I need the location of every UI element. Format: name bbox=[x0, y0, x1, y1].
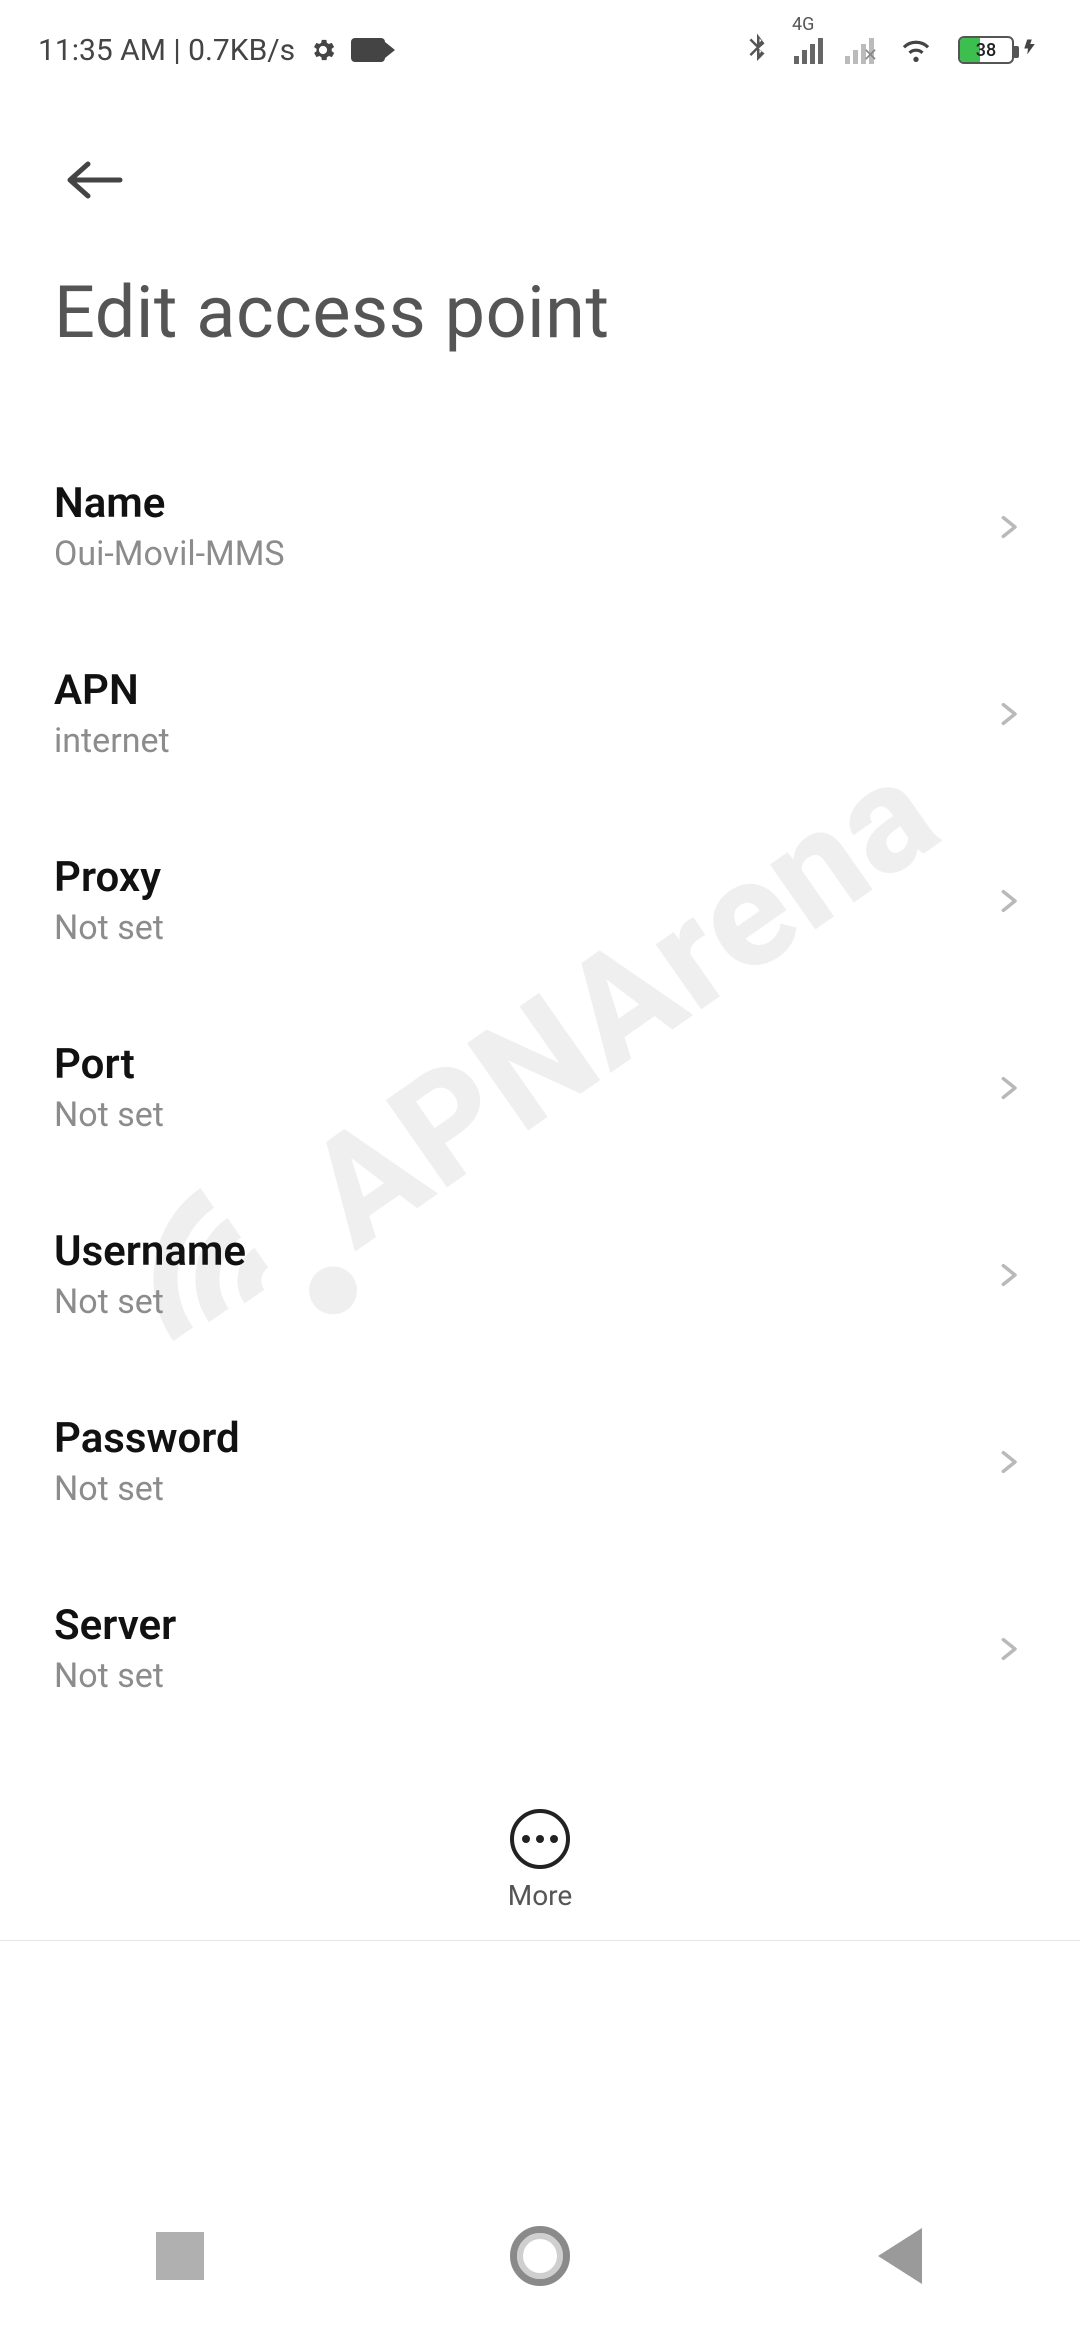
signal-sim1: 4G bbox=[794, 36, 823, 64]
apn-settings-list: Name Oui-Movil-MMS APN internet Proxy Not set… bbox=[0, 435, 1080, 1953]
setting-label: Username bbox=[54, 1227, 246, 1276]
chevron-right-icon bbox=[994, 879, 1022, 923]
setting-row-server[interactable]: Server Not set bbox=[54, 1557, 1026, 1744]
back-button[interactable] bbox=[54, 140, 134, 220]
setting-value: Not set bbox=[54, 908, 164, 948]
setting-text: Proxy Not set bbox=[54, 853, 164, 948]
chevron-right-icon bbox=[994, 1440, 1022, 1484]
setting-label: Server bbox=[54, 1601, 176, 1650]
more-button[interactable] bbox=[510, 1809, 570, 1869]
chevron-right-icon bbox=[994, 505, 1022, 549]
chevron-right-icon bbox=[994, 879, 1022, 923]
status-left: 11:35 AM | 0.7KB/s bbox=[38, 33, 385, 68]
chevron-right-icon bbox=[994, 692, 1022, 736]
chevron-right-icon bbox=[994, 1253, 1022, 1297]
status-time-speed: 11:35 AM | 0.7KB/s bbox=[38, 33, 295, 68]
setting-text: Server Not set bbox=[54, 1601, 176, 1696]
battery-percent: 38 bbox=[960, 40, 1012, 61]
chevron-right-icon bbox=[994, 1627, 1022, 1671]
wifi-icon bbox=[896, 30, 936, 71]
setting-row-name[interactable]: Name Oui-Movil-MMS bbox=[54, 435, 1026, 622]
status-bar: 11:35 AM | 0.7KB/s 4G ✕ 38 bbox=[0, 0, 1080, 80]
nav-recent-button[interactable] bbox=[156, 2232, 204, 2280]
setting-value: Not set bbox=[54, 1095, 164, 1135]
setting-row-password[interactable]: Password Not set bbox=[54, 1370, 1026, 1557]
chevron-right-icon bbox=[994, 692, 1022, 736]
chevron-right-icon bbox=[994, 1253, 1022, 1297]
setting-value: Not set bbox=[54, 1656, 176, 1696]
setting-row-apn[interactable]: APN internet bbox=[54, 622, 1026, 809]
chevron-right-icon bbox=[994, 1066, 1022, 1110]
status-right: 4G ✕ 38 bbox=[742, 28, 1040, 73]
setting-label: Port bbox=[54, 1040, 164, 1089]
network-type-label: 4G bbox=[792, 14, 814, 35]
charging-bolt-icon bbox=[1022, 32, 1040, 69]
setting-label: Password bbox=[54, 1414, 240, 1463]
bluetooth-icon bbox=[742, 28, 772, 73]
battery-icon: 38 bbox=[958, 36, 1014, 64]
setting-row-username[interactable]: Username Not set bbox=[54, 1183, 1026, 1370]
nav-back-button[interactable] bbox=[878, 2228, 922, 2284]
page-title: Edit access point bbox=[54, 270, 1026, 355]
setting-text: Port Not set bbox=[54, 1040, 164, 1135]
setting-text: Password Not set bbox=[54, 1414, 240, 1509]
chevron-right-icon bbox=[994, 1066, 1022, 1110]
setting-text: APN internet bbox=[54, 666, 170, 761]
setting-label: Name bbox=[54, 479, 285, 528]
gear-icon bbox=[309, 36, 337, 64]
setting-row-proxy[interactable]: Proxy Not set bbox=[54, 809, 1026, 996]
setting-label: APN bbox=[54, 666, 170, 715]
setting-text: Name Oui-Movil-MMS bbox=[54, 479, 285, 574]
setting-value: Not set bbox=[54, 1282, 246, 1322]
battery-group: 38 bbox=[958, 32, 1040, 69]
arrow-left-icon bbox=[60, 156, 128, 204]
setting-row-port[interactable]: Port Not set bbox=[54, 996, 1026, 1183]
setting-value: Oui-Movil-MMS bbox=[54, 534, 285, 574]
camera-icon bbox=[351, 38, 385, 62]
no-sim-icon: ✕ bbox=[863, 45, 878, 66]
app-header: Edit access point bbox=[0, 80, 1080, 355]
more-label: More bbox=[508, 1879, 573, 1912]
bottom-action-bar: More bbox=[0, 1785, 1080, 1941]
nav-home-button[interactable] bbox=[510, 2226, 570, 2286]
chevron-right-icon bbox=[994, 1440, 1022, 1484]
setting-label: Proxy bbox=[54, 853, 164, 902]
setting-value: internet bbox=[54, 721, 170, 761]
setting-text: Username Not set bbox=[54, 1227, 246, 1322]
chevron-right-icon bbox=[994, 505, 1022, 549]
android-nav-bar bbox=[0, 2172, 1080, 2340]
setting-value: Not set bbox=[54, 1469, 240, 1509]
signal-sim2: ✕ bbox=[845, 36, 874, 64]
chevron-right-icon bbox=[994, 1627, 1022, 1671]
